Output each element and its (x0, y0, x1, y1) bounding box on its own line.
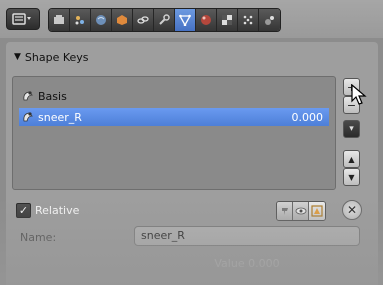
edit-mode-toggle[interactable] (293, 202, 309, 220)
shape-key-specials-menu-button[interactable]: ▾ (343, 120, 360, 138)
list-item-sneer-r[interactable]: sneer_R 0.000 (19, 108, 329, 126)
properties-header (0, 0, 383, 38)
panel-title: Shape Keys (24, 50, 89, 64)
mesh-edit-icon (311, 205, 323, 217)
tab-scene[interactable] (70, 9, 91, 31)
shape-keys-panel: ▼ Shape Keys Basis sneer_R 0.000 + − ▾ ▲… (6, 42, 378, 285)
shape-key-list[interactable]: Basis sneer_R 0.000 (12, 76, 336, 190)
display-options-group (276, 201, 326, 221)
render-icon (54, 15, 64, 24)
tab-physics[interactable] (259, 9, 280, 31)
world-icon (96, 15, 106, 25)
tab-particles[interactable] (238, 9, 259, 31)
move-down-button[interactable]: ▼ (343, 168, 360, 186)
apply-shape-key-in-edit-mode-toggle[interactable] (309, 202, 325, 220)
tab-object-data[interactable] (175, 9, 196, 31)
shape-key-icon (21, 110, 35, 124)
scene-icon (75, 16, 84, 25)
material-icon (201, 15, 211, 25)
tab-object[interactable] (112, 9, 133, 31)
modifiers-wrench-icon (159, 14, 170, 25)
object-data-mesh-icon (179, 14, 191, 26)
relative-label: Relative (35, 204, 80, 217)
pin-icon (281, 208, 288, 215)
properties-editor-icon (12, 13, 31, 25)
shape-key-icon (21, 89, 35, 103)
name-field[interactable]: sneer_R (134, 226, 360, 246)
shape-key-value[interactable]: 0.000 (292, 111, 330, 124)
physics-icon (264, 16, 274, 25)
list-item-basis[interactable]: Basis (19, 87, 329, 105)
panel-header[interactable]: ▼ Shape Keys (6, 46, 366, 68)
list-item-label: Basis (38, 89, 67, 103)
arrow-down-icon: ▼ (348, 172, 355, 182)
context-tab-bar (48, 8, 281, 32)
constraints-icon (137, 16, 149, 24)
tab-modifiers[interactable] (154, 9, 175, 31)
pin-shape-key-button[interactable] (277, 202, 293, 220)
tab-constraints[interactable] (133, 9, 154, 31)
relative-checkbox[interactable]: ✓ (16, 203, 31, 218)
tab-render[interactable] (49, 9, 70, 31)
close-icon: ✕ (346, 203, 358, 217)
object-icon (117, 15, 127, 25)
arrow-up-icon: ▲ (348, 154, 355, 164)
chevron-down-icon: ▾ (349, 124, 354, 134)
editor-type-button[interactable] (6, 8, 40, 30)
clear-weights-button[interactable]: ✕ (342, 200, 362, 220)
texture-icon (222, 15, 232, 25)
tab-material[interactable] (196, 9, 217, 31)
mouse-pointer-icon (351, 84, 367, 105)
particles-icon (243, 15, 253, 25)
value-slider[interactable]: Value 0.000 (134, 254, 360, 274)
list-item-label: sneer_R (38, 110, 82, 124)
eye-icon (295, 207, 306, 215)
name-label: Name: (20, 231, 57, 244)
collapse-triangle-icon[interactable]: ▼ (14, 52, 21, 62)
relative-row: ✓ Relative ✕ (6, 200, 378, 222)
move-up-button[interactable]: ▲ (343, 150, 360, 168)
tab-texture[interactable] (217, 9, 238, 31)
tab-world[interactable] (91, 9, 112, 31)
